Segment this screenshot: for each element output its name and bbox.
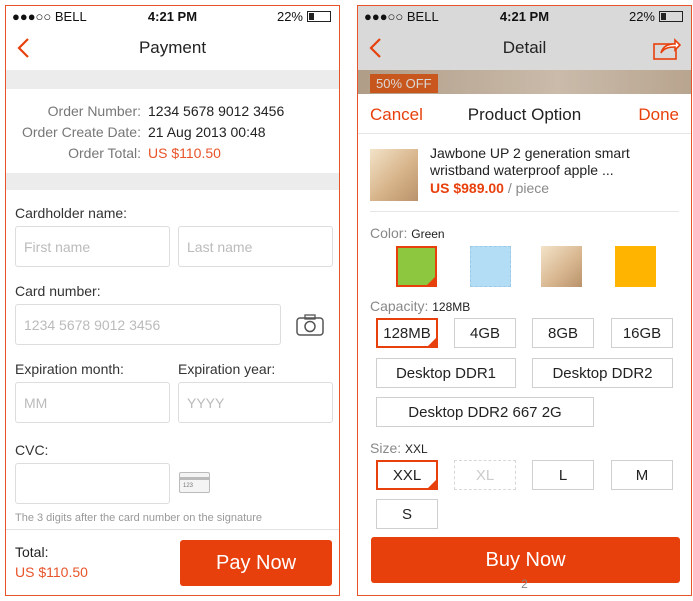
size-value: XXL <box>405 442 428 456</box>
capacity-option[interactable]: 8GB <box>532 318 594 348</box>
battery-icon <box>307 11 331 22</box>
cvc-card-digits: 123 <box>183 483 194 489</box>
order-summary: Order Number: 1234 5678 9012 3456 Order C… <box>6 101 339 164</box>
card-number-label: Card number: <box>15 283 101 299</box>
battery-indicator: 22% <box>629 9 683 24</box>
sheet-header: Cancel Product Option Done <box>358 94 691 134</box>
price-unit: / piece <box>503 180 550 196</box>
size-option[interactable]: M <box>611 460 673 490</box>
order-number-label: Order Number: <box>47 103 141 119</box>
card-number-input[interactable]: 1234 5678 9012 3456 <box>15 304 281 345</box>
cvc-input[interactable] <box>15 463 170 504</box>
color-swatch-orange[interactable] <box>615 246 656 287</box>
color-swatch-green[interactable] <box>396 246 437 287</box>
cvc-card-icon: 123 <box>179 472 210 493</box>
capacity-option[interactable]: Desktop DDR2 667 2G <box>376 397 594 427</box>
product-detail-screen: 50% OFF ●●●○○ BELL 4:21 PM 22% Detail Ca… <box>357 5 692 596</box>
order-total-label: Order Total: <box>68 145 141 161</box>
cvc-label: CVC: <box>15 442 49 458</box>
product-thumbnail <box>370 149 418 201</box>
divider-band <box>6 70 339 89</box>
product-option-sheet: Cancel Product Option Done Jawbone UP 2 … <box>358 94 691 595</box>
exp-year-input[interactable]: YYYY <box>178 382 333 423</box>
total-value: US $110.50 <box>15 564 88 580</box>
price-value: US $989.00 <box>430 180 504 196</box>
size-option[interactable]: L <box>532 460 594 490</box>
first-name-input[interactable]: First name <box>15 226 170 267</box>
size-label: Size: XXL <box>370 440 428 456</box>
battery-percent: 22% <box>276 9 303 24</box>
capacity-value: 128MB <box>432 300 471 314</box>
page-title: Payment <box>138 38 207 57</box>
page-number: 2 <box>521 577 528 591</box>
cardholder-label: Cardholder name: <box>15 205 128 221</box>
capacity-option[interactable]: 16GB <box>611 318 673 348</box>
capacity-option[interactable]: Desktop DDR1 <box>376 358 516 388</box>
product-name: Jawbone UP 2 generation smart wristband … <box>430 145 630 178</box>
battery-percent: 22% <box>628 9 655 24</box>
color-value: Green <box>411 227 445 241</box>
size-option[interactable]: S <box>376 499 438 529</box>
divider-band <box>6 173 339 190</box>
total-label: Total: <box>15 544 49 560</box>
share-icon[interactable] <box>653 36 682 65</box>
size-option-disabled: XL <box>454 460 516 490</box>
battery-indicator: 22% <box>277 9 331 24</box>
pay-now-button[interactable]: Pay Now <box>180 540 332 586</box>
nav-bar: Detail <box>358 26 691 70</box>
battery-icon <box>659 11 683 22</box>
color-label: Color: Green <box>370 225 445 241</box>
done-button[interactable]: Done <box>638 105 679 125</box>
exp-month-label: Expiration month: <box>15 361 124 377</box>
status-bar: ●●●○○ BELL 4:21 PM 22% <box>358 6 691 26</box>
payment-screen: ●●●○○ BELL 4:21 PM 22% Payment Order Num… <box>5 5 340 596</box>
order-total-value: US $110.50 <box>148 145 221 161</box>
overlay-dim <box>358 70 691 94</box>
camera-icon[interactable] <box>296 314 324 341</box>
cvc-hint: The 3 digits after the card number on th… <box>15 512 263 524</box>
exp-month-input[interactable]: MM <box>15 382 170 423</box>
last-name-input[interactable]: Last name <box>178 226 333 267</box>
order-date-value: 21 Aug 2013 00:48 <box>148 124 266 140</box>
order-number-value: 1234 5678 9012 3456 <box>148 103 285 119</box>
page-title: Detail <box>502 38 547 57</box>
color-swatch-image[interactable] <box>541 246 582 287</box>
pay-bar: Total: US $110.50 Pay Now <box>6 529 339 595</box>
capacity-option[interactable]: 4GB <box>454 318 516 348</box>
order-date-label: Order Create Date: <box>21 124 141 140</box>
size-option[interactable]: XXL <box>376 460 438 490</box>
nav-bar: Payment <box>6 26 339 70</box>
capacity-label: Capacity: 128MB <box>370 298 471 314</box>
exp-year-label: Expiration year: <box>178 361 276 377</box>
capacity-option[interactable]: Desktop DDR2 <box>532 358 673 388</box>
capacity-option[interactable]: 128MB <box>376 318 438 348</box>
product-price: US $989.00 / piece <box>430 180 549 196</box>
divider <box>370 211 679 212</box>
color-swatch-blue[interactable] <box>470 246 511 287</box>
status-bar: ●●●○○ BELL 4:21 PM 22% <box>6 6 339 26</box>
